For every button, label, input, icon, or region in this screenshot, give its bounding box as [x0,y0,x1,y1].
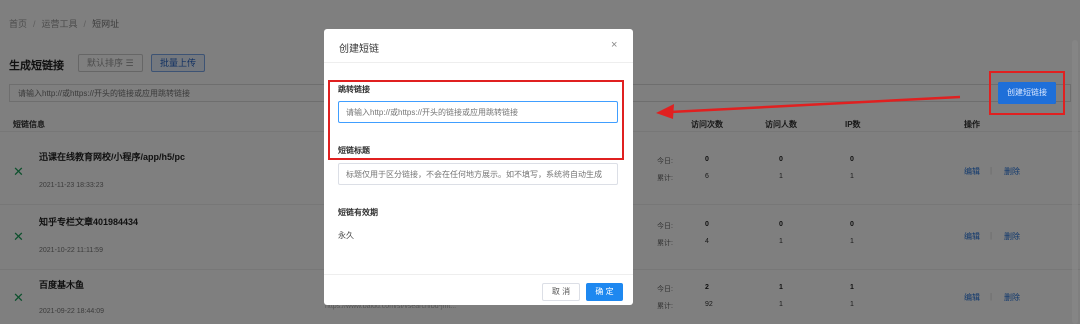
modal-header: 创建短链 × [324,29,633,63]
modal-footer: 取 消 确 定 [324,274,633,305]
create-short-link-modal: 创建短链 × 跳转链接 短链标题 短链有效期 永久 取 消 确 定 [324,29,633,305]
expiry-value[interactable]: 永久 [338,230,354,241]
link-title-input[interactable] [338,163,618,185]
annotation-highlight-create-button [989,71,1065,115]
page-scrollbar[interactable] [1072,40,1078,324]
link-title-label: 短链标题 [338,146,370,155]
expiry-label: 短链有效期 [338,208,378,217]
close-icon[interactable]: × [611,39,617,51]
modal-title: 创建短链 [339,44,379,55]
cancel-button[interactable]: 取 消 [542,283,580,301]
annotation-highlight-link-field [328,80,624,160]
confirm-button[interactable]: 确 定 [586,283,623,301]
